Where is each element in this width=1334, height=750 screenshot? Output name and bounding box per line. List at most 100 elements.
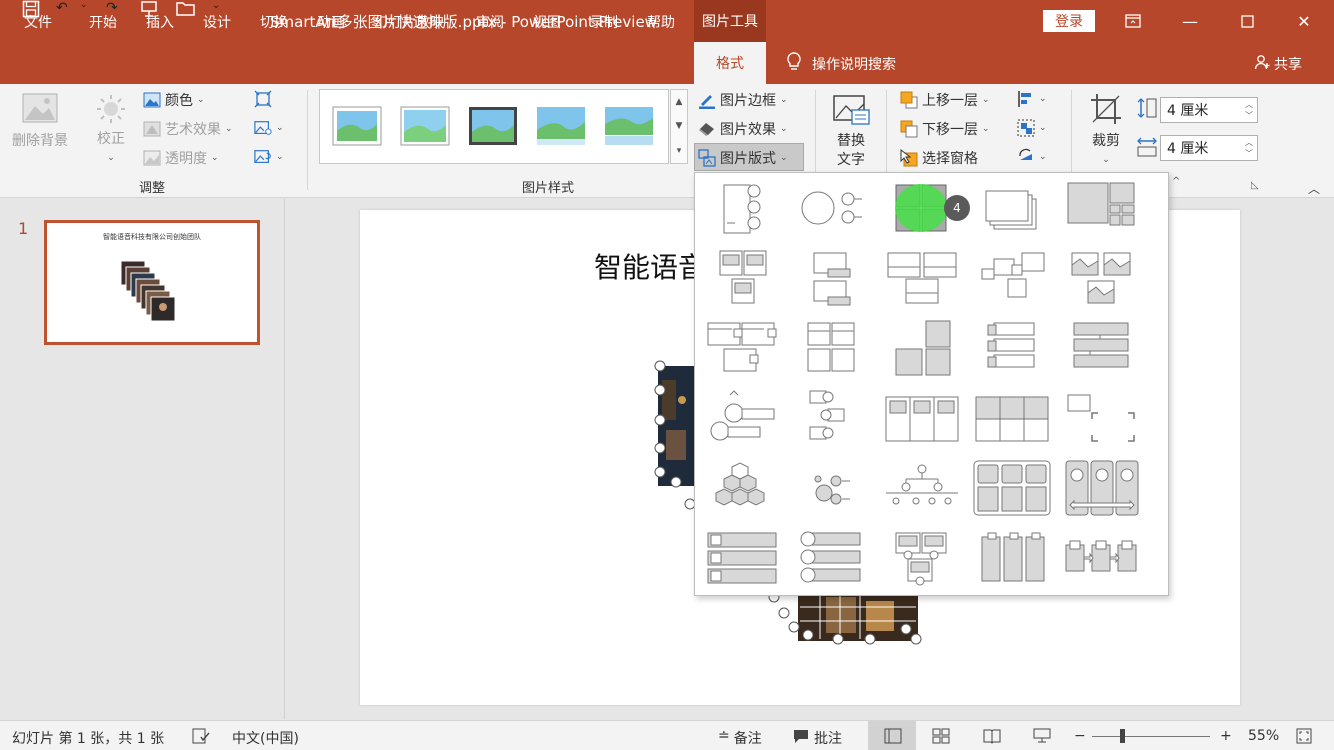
color-button[interactable]: 颜色 ⌄ [143, 90, 205, 110]
layout-picture-stack[interactable] [972, 177, 1052, 239]
scroll-down-icon[interactable]: ▼ [676, 121, 683, 131]
zoom-out-icon[interactable]: − [1074, 728, 1086, 744]
minimize-icon[interactable]: — [1175, 6, 1205, 36]
layout-vertical-circle-list[interactable] [792, 527, 872, 589]
tab-transitions[interactable]: 切换 [260, 12, 288, 32]
size-dialog-launcher-icon[interactable]: ◺ [1251, 180, 1259, 191]
undo-icon[interactable]: ↶ [56, 0, 68, 16]
tab-file[interactable]: 文件 [24, 12, 52, 32]
layout-vertical-picture-accent-list[interactable] [702, 527, 782, 589]
layout-accent-picture-grid[interactable] [702, 247, 782, 309]
layout-alternating-picture-circles[interactable] [702, 387, 782, 449]
zoom-slider[interactable] [1092, 736, 1210, 737]
undo-dropdown-icon[interactable]: ⌄ [80, 0, 94, 10]
layout-hexagon-photo-table[interactable] [972, 387, 1052, 449]
ribbon-display-options-icon[interactable] [1118, 6, 1148, 36]
remove-background-button[interactable]: 删除背景 [12, 92, 68, 151]
login-button[interactable]: 登录 [1043, 10, 1095, 32]
crop-button[interactable]: 裁剪 ⌄ [1089, 92, 1123, 170]
change-picture-button[interactable]: ⌄ [254, 119, 284, 137]
picture-style-5[interactable] [604, 106, 654, 146]
compress-pictures-button[interactable] [254, 90, 272, 108]
layout-snapshot-frame[interactable] [1062, 387, 1142, 449]
slide-sorter-view-icon[interactable] [932, 728, 950, 748]
width-spinner-icon[interactable]: ︿ ﹀ [1245, 137, 1253, 159]
layout-picture-caption-list[interactable] [792, 387, 872, 449]
layout-title-picture-grid[interactable] [792, 317, 872, 379]
tab-review[interactable]: 审阅 [476, 12, 504, 32]
corrections-button[interactable]: 校正 ⌄ [96, 94, 126, 168]
accessibility-check-icon[interactable] [192, 728, 210, 748]
open-folder-icon[interactable] [176, 0, 196, 20]
zoom-in-icon[interactable]: + [1220, 728, 1232, 744]
layout-picture-process[interactable] [1062, 527, 1142, 589]
picture-border-button[interactable]: 图片边框 ⌄ [698, 90, 788, 110]
picture-style-2[interactable] [400, 106, 450, 146]
tab-insert[interactable]: 插入 [146, 12, 174, 32]
gallery-scroll[interactable]: ▲ ▼ ▾ [670, 89, 688, 164]
selected-photo-strip[interactable] [648, 360, 698, 510]
selection-pane-button[interactable]: 选择窗格 [900, 148, 978, 168]
layout-picture-caption-blocks[interactable] [882, 527, 962, 589]
layout-captioned-pictures-vertical[interactable] [792, 247, 872, 309]
layout-captioned-pictures-grid[interactable] [882, 247, 962, 309]
maximize-icon[interactable] [1232, 6, 1262, 36]
artistic-effects-button[interactable]: 艺术效果 ⌄ [143, 119, 233, 139]
layout-picture-strips[interactable] [1062, 317, 1142, 379]
send-backward-button[interactable]: 下移一层 ⌄ [900, 119, 990, 139]
layout-picture-accent-blocks[interactable] [882, 317, 962, 379]
share-button[interactable]: 共享 [1254, 54, 1302, 74]
picture-layout-button[interactable]: 图片版式 ⌄ [698, 148, 788, 168]
reading-view-icon[interactable] [983, 728, 1001, 748]
bring-forward-button[interactable]: 上移一层 ⌄ [900, 90, 990, 110]
align-button[interactable]: ⌄ [1017, 90, 1047, 108]
tab-design[interactable]: 设计 [203, 12, 231, 32]
picture-style-1[interactable] [332, 106, 382, 146]
tab-format[interactable]: 格式 [694, 42, 766, 84]
scroll-up-icon[interactable]: ▲ [676, 97, 683, 107]
alt-text-button[interactable]: 替换 文字 [832, 94, 870, 170]
layout-circular-picture-callout[interactable] [792, 177, 872, 239]
layout-bubble-picture-list[interactable] [1062, 247, 1142, 309]
layout-bending-picture-blocks[interactable] [972, 457, 1052, 519]
zoom-slider-thumb[interactable] [1120, 729, 1125, 743]
transparency-button[interactable]: 透明度 ⌄ [143, 148, 219, 168]
reset-picture-button[interactable]: ⌄ [254, 148, 284, 166]
layout-picture-organization-chart[interactable] [882, 457, 962, 519]
layout-tall-picture-columns[interactable] [972, 527, 1052, 589]
layout-bending-picture-accent-list[interactable] [702, 177, 782, 239]
layout-framed-picture-grid[interactable] [1062, 177, 1142, 239]
gallery-more-icon[interactable]: ▾ [677, 146, 682, 156]
tab-slideshow[interactable]: 幻灯片放映 [374, 12, 444, 32]
customize-toolbar-icon[interactable]: ⌄ [212, 0, 220, 11]
close-icon[interactable]: ✕ [1289, 6, 1319, 36]
picture-effects-button[interactable]: 图片效果 ⌄ [698, 119, 788, 139]
collapse-ribbon-icon[interactable]: ︿ [1308, 180, 1320, 197]
tell-me-search[interactable]: 操作说明搜索 [786, 52, 896, 76]
layout-vertical-picture-list[interactable] [972, 317, 1052, 379]
slide-title[interactable]: 智能语音 [594, 246, 706, 286]
layout-hexagon-cluster[interactable] [702, 457, 782, 519]
height-spinner-icon[interactable]: ︿ ﹀ [1245, 99, 1253, 121]
rotate-button[interactable]: ⌄ [1017, 148, 1047, 166]
width-input[interactable]: 4 厘米 ︿ ﹀ [1160, 135, 1258, 161]
group-button[interactable]: ⌄ [1017, 119, 1047, 137]
layout-snapshot-picture-list[interactable] [972, 247, 1052, 309]
notes-button[interactable]: ≐ 备注 [718, 728, 762, 748]
picture-style-4[interactable] [536, 106, 586, 146]
fit-slide-icon[interactable] [1296, 728, 1312, 748]
normal-view-button[interactable] [868, 721, 916, 750]
height-input[interactable]: 4 厘米 ︿ ﹀ [1160, 97, 1258, 123]
comments-button[interactable]: 批注 [792, 728, 842, 748]
layout-ascending-picture-accent[interactable] [882, 387, 962, 449]
tab-animations[interactable]: 动画 [317, 12, 345, 32]
zoom-level[interactable]: 55% [1248, 728, 1279, 744]
tab-record[interactable]: 录制 [590, 12, 618, 32]
picture-style-3[interactable] [468, 106, 518, 146]
layout-circle-picture-columns[interactable] [1062, 457, 1142, 519]
tab-help[interactable]: 帮助 [647, 12, 675, 32]
layout-circle-picture-hierarchy[interactable] [792, 457, 872, 519]
tab-home[interactable]: 开始 [89, 12, 117, 32]
language-indicator[interactable]: 中文(中国) [232, 728, 299, 748]
layout-picture-lineup[interactable] [702, 317, 782, 379]
